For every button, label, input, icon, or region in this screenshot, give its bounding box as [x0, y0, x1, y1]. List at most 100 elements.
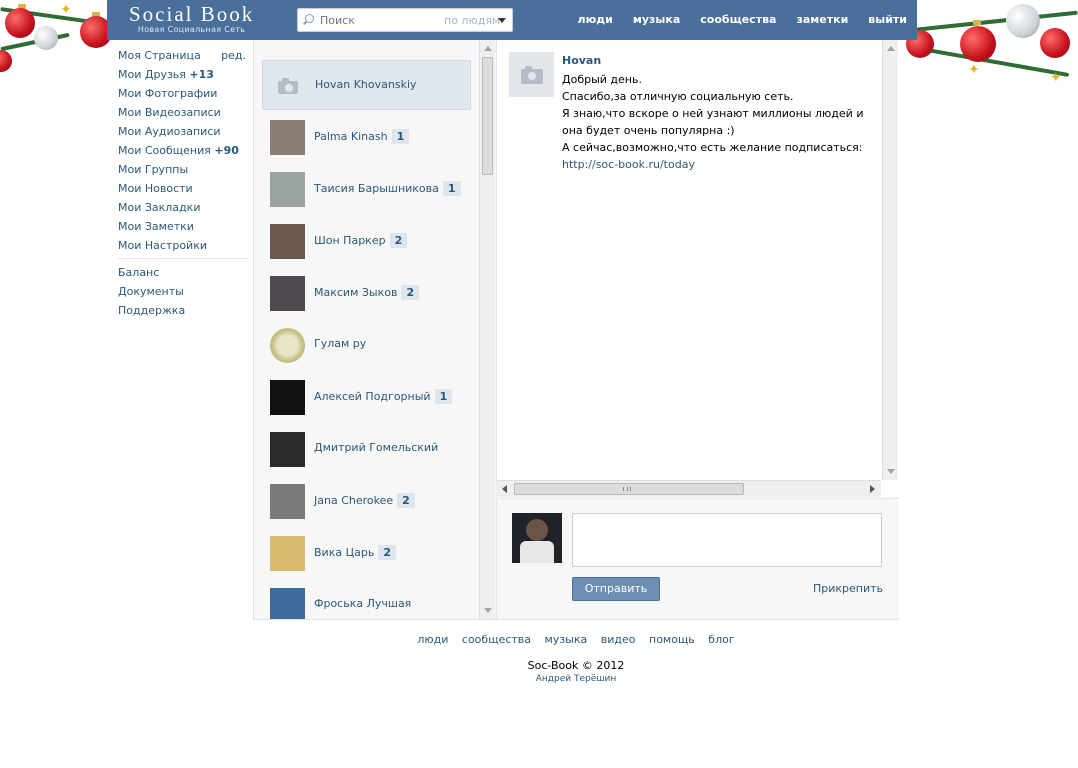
menu-my-messages[interactable]: Мои Сообщения +90 [113, 141, 248, 160]
menu-my-page[interactable]: Моя Страница ред. [113, 46, 248, 65]
menu-balance[interactable]: Баланс [113, 263, 248, 282]
menu-my-friends[interactable]: Мои Друзья +13 [113, 65, 248, 84]
message-history-scrollbar[interactable] [882, 40, 898, 480]
dialog-item[interactable]: Таисия Барышникова 1 [262, 164, 471, 214]
nav-music[interactable]: музыка [623, 0, 690, 40]
footer-link-music[interactable]: музыка [545, 633, 588, 646]
menu-my-news[interactable]: Мои Новости [113, 179, 248, 198]
dialog-item[interactable]: Вика Царь 2 [262, 528, 471, 578]
dialog-item[interactable]: Hovan Khovanskiy [262, 60, 471, 110]
avatar [270, 484, 305, 519]
footer-link-people[interactable]: люди [417, 633, 448, 646]
menu-item-label: Мои Видеозаписи [118, 106, 221, 119]
menu-item-label: Мои Новости [118, 182, 193, 195]
search-input[interactable] [320, 12, 430, 28]
unread-badge: 1 [391, 129, 410, 144]
scroll-down-arrow-icon[interactable] [887, 469, 895, 474]
christmas-decoration-right: ✦ ✦ [900, 0, 1078, 110]
message-line: Добрый день. [562, 73, 642, 86]
page: ✦ ✦ ✦ Social Book Новая Социальная Сеть … [0, 0, 1078, 768]
dialog-item[interactable]: Дмитрий Гомельский [262, 424, 471, 474]
message-line: Спасибо,за отличную социальную сеть. [562, 90, 794, 103]
scroll-up-arrow-icon[interactable] [887, 46, 895, 51]
menu-item-label: Мои Группы [118, 163, 189, 176]
dialog-item[interactable]: Гулам ру [262, 320, 471, 370]
message-history-hscrollbar[interactable] [496, 480, 881, 497]
scroll-left-arrow-icon[interactable] [502, 485, 507, 493]
menu-my-groups[interactable]: Мои Группы [113, 160, 248, 179]
chevron-down-icon[interactable] [498, 18, 506, 23]
avatar [270, 328, 305, 363]
avatar [270, 432, 305, 467]
dialog-item[interactable]: Palma Kinash 1 [262, 112, 471, 162]
messages-panel: Hovan Khovanskiy Palma Kinash 1 Таисия Ба… [253, 40, 899, 620]
unread-badge: 2 [401, 285, 420, 300]
dialog-name-row: Вика Царь 2 [314, 545, 396, 560]
footer-nav: люди сообщества музыка видео помощь блог [253, 633, 899, 646]
send-button[interactable]: Отправить [572, 577, 660, 601]
dialog-item[interactable]: Jana Cherokee 2 [262, 476, 471, 526]
nav-logout[interactable]: выйти [858, 0, 917, 40]
dialog-item[interactable]: Фроська Лучшая [262, 580, 471, 619]
menu-divider [118, 258, 248, 259]
unread-badge: 2 [389, 233, 408, 248]
avatar [270, 536, 305, 571]
dialog-item[interactable]: Алексей Подгорный 1 [262, 372, 471, 422]
avatar [270, 276, 305, 311]
scroll-down-arrow-icon[interactable] [484, 608, 492, 613]
menu-item-label: Мои Фотографии [118, 87, 218, 100]
menu-support[interactable]: Поддержка [113, 301, 248, 320]
message-text: Добрый день. Спасибо,за отличную социаль… [562, 71, 872, 173]
dialog-item[interactable]: Максим Зыков 2 [262, 268, 471, 318]
scroll-right-arrow-icon[interactable] [870, 485, 875, 493]
nav-people[interactable]: люди [568, 0, 623, 40]
dialog-item[interactable]: Шон Паркер 2 [262, 216, 471, 266]
nav-communities[interactable]: сообщества [690, 0, 786, 40]
menu-my-settings[interactable]: Мои Настройки [113, 236, 248, 255]
menu-my-videos[interactable]: Мои Видеозаписи [113, 103, 248, 122]
search-box: по людям [297, 8, 513, 32]
dialog-name-row: Jana Cherokee 2 [314, 493, 415, 508]
dialog-list-scrollbar[interactable] [479, 40, 495, 619]
nav-notes[interactable]: заметки [786, 0, 858, 40]
dialog-name: Максим Зыков [314, 286, 398, 299]
menu-my-bookmarks[interactable]: Мои Закладки [113, 198, 248, 217]
scroll-up-arrow-icon[interactable] [484, 46, 492, 51]
christmas-decoration-left: ✦ [0, 0, 110, 110]
message-author[interactable]: Hovan [562, 54, 601, 67]
attach-link[interactable]: Прикрепить [813, 582, 883, 595]
unread-badge: 2 [397, 493, 415, 508]
menu-my-photos[interactable]: Мои Фотографии [113, 84, 248, 103]
avatar-face [526, 519, 548, 541]
edit-link[interactable]: ред. [221, 46, 246, 65]
dialog-name: Palma Kinash [314, 130, 388, 143]
search-scope-select[interactable]: по людям [444, 14, 500, 27]
dialog-name: Вика Царь [314, 546, 375, 559]
grip-icon [623, 487, 631, 491]
scroll-thumb[interactable] [482, 57, 493, 175]
footer-link-help[interactable]: помощь [649, 633, 695, 646]
menu-my-notes[interactable]: Мои Заметки [113, 217, 248, 236]
message-history: Hovan Добрый день. Спасибо,за отличную с… [496, 40, 899, 497]
menu-documents[interactable]: Документы [113, 282, 248, 301]
menu-item-label: Мои Сообщения [118, 144, 211, 157]
footer-link-video[interactable]: видео [601, 633, 636, 646]
footer-link-blog[interactable]: блог [708, 633, 734, 646]
message-line: А сейчас,возможно,что есть желание подпи… [562, 141, 863, 154]
footer-link-communities[interactable]: сообщества [462, 633, 531, 646]
dialog-name: Фроська Лучшая [314, 597, 412, 610]
menu-my-audio[interactable]: Мои Аудиозаписи [113, 122, 248, 141]
message-line: Я знаю,что вскоре о ней узнают миллионы … [562, 107, 864, 137]
message-link[interactable]: http://soc-book.ru/today [562, 158, 695, 171]
menu-item-label: Мои Заметки [118, 220, 194, 233]
site-logo[interactable]: Social Book Новая Социальная Сеть [129, 3, 254, 34]
dialog-name-row: Шон Паркер 2 [314, 233, 408, 248]
dialog-name: Таисия Барышникова [314, 182, 439, 195]
dialog-name-row: Максим Зыков 2 [314, 285, 420, 300]
dialog-list: Hovan Khovanskiy Palma Kinash 1 Таисия Ба… [254, 40, 495, 619]
unread-badge: 2 [378, 545, 396, 560]
author-link[interactable]: Андрей Терёшин [253, 674, 899, 684]
message-composer: Отправить Прикрепить [496, 498, 899, 619]
message-input[interactable] [572, 513, 882, 567]
scroll-thumb[interactable] [514, 483, 744, 495]
